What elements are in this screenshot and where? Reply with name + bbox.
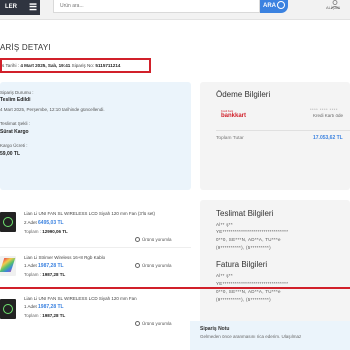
- review-product-link[interactable]: Ürünü yorumla: [135, 237, 172, 242]
- product-name[interactable]: Lian Li UNI FAN SL WIRELESS LCD Siyah 12…: [24, 211, 155, 216]
- product-qty: 1 Adet: [24, 304, 37, 309]
- product-total-label: Toplam :: [24, 272, 42, 277]
- order-item: Lian Li UNI FAN SL WIRELESS LCD Siyah 12…: [0, 293, 191, 339]
- billing-address: YE********************************: [216, 281, 289, 286]
- order-note-text: Gelmeden önce aranmasını rica ederim. Ul…: [200, 334, 302, 339]
- comment-icon: [135, 263, 140, 268]
- review-product-link[interactable]: Ürünü yorumla: [135, 263, 172, 268]
- review-label: Ürünü yorumla: [142, 321, 172, 326]
- payment-title: Ödeme Bilgileri: [216, 90, 271, 99]
- product-qty: 2 Adet: [24, 220, 37, 225]
- order-number-label: Sipariş No:: [71, 63, 95, 68]
- categories-button[interactable]: LER ☰: [0, 0, 40, 15]
- review-label: Ürünü yorumla: [142, 237, 172, 242]
- order-date-value: 4 Mart 2025, Salı, 19:41: [20, 63, 71, 68]
- card-number: **** **** ****: [310, 107, 338, 112]
- comment-icon: [135, 237, 140, 242]
- product-total-value: 1987,28 TL: [42, 313, 66, 318]
- categories-label: LER: [5, 4, 17, 10]
- card-type: Kredi Kartı öde: [313, 113, 344, 118]
- order-note-title: Sipariş Notu: [200, 326, 230, 332]
- billing-title: Fatura Bilgileri: [216, 260, 268, 269]
- shipping-label: Teslimat Şekli :: [0, 121, 31, 126]
- order-status-card: Sipariş Durumu : Teslim Edildi 4 Mart 20…: [0, 82, 191, 190]
- order-item: Lian Li Strimer Wireless 16+8 Rgb Kablo …: [0, 252, 191, 298]
- total-amount-label: Toplam Tutar: [216, 136, 244, 141]
- payment-divider: [216, 130, 350, 131]
- highlight-line: [0, 287, 350, 289]
- billing-city: 0**0, SE***N, AD**A, TU***e: [216, 289, 281, 294]
- product-qty: 1 Adet: [24, 263, 37, 268]
- review-label: Ürünü yorumla: [142, 263, 172, 268]
- order-meta-highlight: s Tarihi : 4 Mart 2025, Salı, 19:41 Sipa…: [0, 58, 151, 73]
- billing-phone: (9**********), (5*********): [216, 297, 271, 302]
- product-name[interactable]: Lian Li Strimer Wireless 16+8 Rgb Kablo: [24, 255, 105, 260]
- order-note-card: Sipariş Notu Gelmeden önce aranmasını ri…: [190, 321, 350, 350]
- product-total-value: 12990,06 TL: [42, 229, 68, 234]
- product-thumbnail[interactable]: [0, 256, 16, 276]
- product-price: 1987,28 TL: [38, 304, 64, 310]
- order-number-value: 5115711214: [95, 63, 121, 68]
- review-product-link[interactable]: Ürünü yorumla: [135, 321, 172, 326]
- product-name[interactable]: Lian Li UNI FAN SL WIRELESS LCD Siyah 12…: [24, 296, 137, 301]
- product-total-label: Toplam :: [24, 229, 42, 234]
- hamburger-menu-icon: ☰: [29, 2, 38, 12]
- search-button[interactable]: ARA: [260, 0, 288, 13]
- status-label: Sipariş Durumu :: [0, 90, 34, 95]
- delivery-phone: (9**********), (5*********): [216, 245, 271, 250]
- bankkart-logo: Kredi Kartı bankkart: [221, 110, 251, 124]
- delivery-title: Teslimat Bilgileri: [216, 209, 274, 218]
- item-divider: [0, 247, 191, 248]
- search-input[interactable]: [53, 0, 260, 13]
- bank-logo-name: bankkart: [221, 113, 247, 119]
- page-title: ARİŞ DETAYI: [0, 43, 51, 52]
- comment-icon: [135, 321, 140, 326]
- product-price: 6495,03 TL: [38, 220, 64, 226]
- user-name[interactable]: ALİŞAN: [326, 5, 340, 10]
- product-thumbnail[interactable]: [0, 212, 16, 232]
- product-thumbnail[interactable]: [0, 299, 16, 319]
- delivery-name: Al** ş**: [216, 222, 233, 227]
- product-price: 1987,28 TL: [38, 263, 64, 269]
- product-total-value: 1987,28 TL: [42, 272, 66, 277]
- order-items-list: Lian Li UNI FAN SL WIRELESS LCD Siyah 12…: [0, 200, 191, 350]
- search-button-label: ARA: [263, 3, 276, 9]
- payment-info-card: Ödeme Bilgileri Kredi Kartı bankkart ***…: [200, 82, 350, 190]
- delivery-address: YE********************************: [216, 229, 289, 234]
- delivery-city: 0**0, SE***N, AD**A, TU***e: [216, 237, 281, 242]
- search-icon: [277, 1, 285, 9]
- status-updated-text: 4 Mart 2025, Perşembe, 12:10 tarihinde g…: [0, 107, 105, 112]
- product-total-label: Toplam :: [24, 313, 42, 318]
- order-date-label: s Tarihi :: [2, 63, 20, 68]
- cargo-fee-label: Kargo Ücreti :: [0, 143, 28, 148]
- top-header: LER ☰ ARA ALİŞAN: [0, 0, 350, 20]
- billing-name: Al** ş**: [216, 273, 233, 278]
- status-value: Teslim Edildi: [0, 97, 31, 103]
- total-amount-value: 17.053,62 TL: [313, 135, 343, 141]
- shipping-value: Sürat Kargo: [0, 129, 29, 135]
- cargo-fee-value: 59,00 TL: [0, 151, 21, 157]
